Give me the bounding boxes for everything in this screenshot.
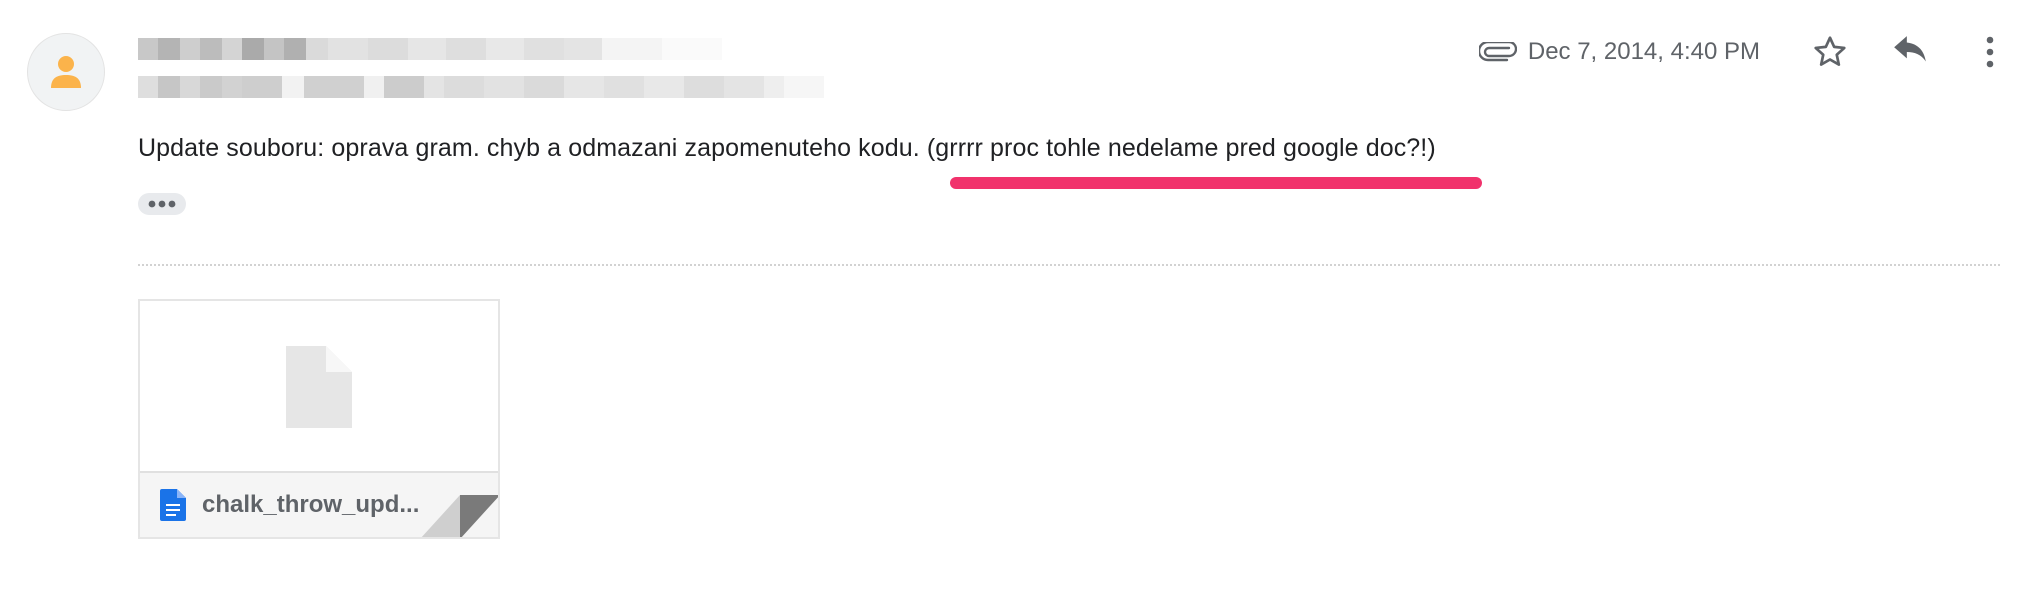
highlight-underline (950, 177, 1482, 189)
paperclip-icon (1476, 30, 1520, 74)
attachment-filename: chalk_throw_upd... (202, 491, 420, 518)
reply-button[interactable] (1880, 22, 1940, 82)
message-date: Dec 7, 2014, 4:40 PM (1527, 38, 1760, 65)
star-icon (1814, 36, 1846, 66)
more-options-button[interactable] (1960, 22, 2020, 82)
message-body: Update souboru: oprava gram. chyb a odma… (138, 134, 1436, 162)
person-icon (51, 56, 81, 88)
attachment-card[interactable]: chalk_throw_upd... (138, 299, 500, 539)
page-curl-icon (421, 495, 498, 537)
show-trimmed-content-button[interactable] (138, 193, 186, 215)
sender-info-redacted (138, 38, 888, 118)
star-button[interactable] (1800, 22, 1860, 82)
ellipsis-icon (148, 200, 176, 208)
more-vert-icon (1986, 36, 1994, 68)
document-icon (160, 489, 186, 521)
attachments-divider (138, 264, 2000, 266)
generic-file-icon (286, 346, 352, 428)
message-meta: Dec 7, 2014, 4:40 PM (1476, 22, 2022, 82)
attachment-preview (140, 301, 498, 473)
reply-icon (1894, 36, 1926, 62)
sender-avatar[interactable] (27, 33, 105, 111)
